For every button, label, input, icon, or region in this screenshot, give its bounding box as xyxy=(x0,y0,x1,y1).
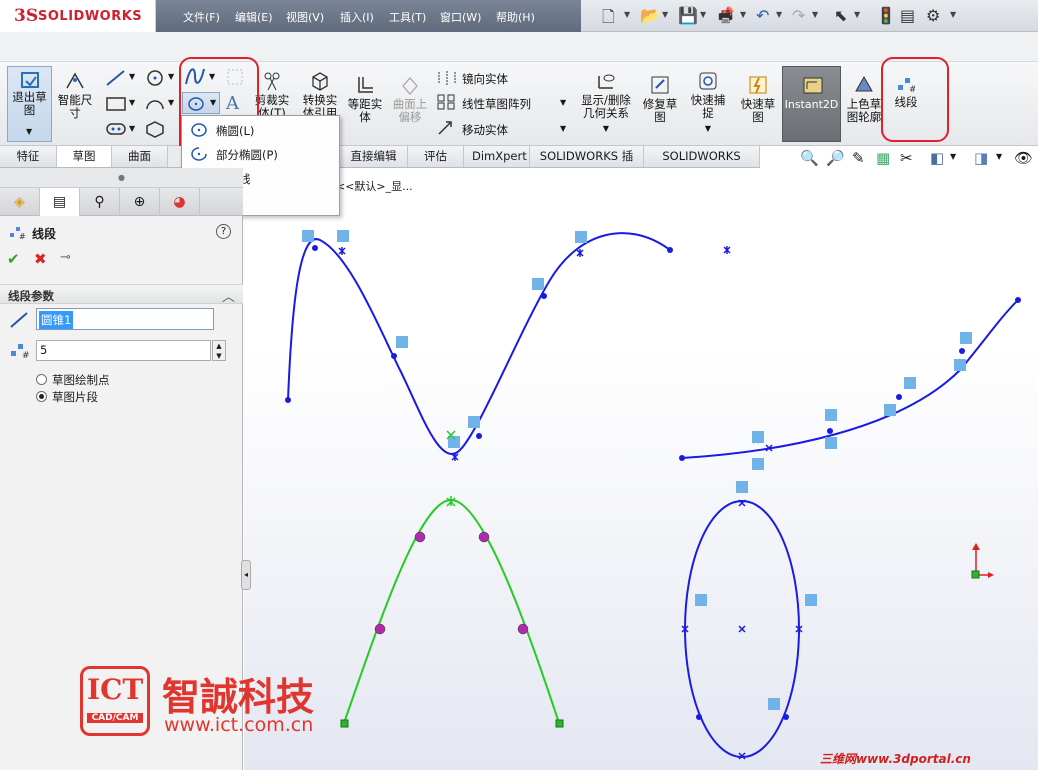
collapse-chevron-icon[interactable]: ︿ xyxy=(222,286,235,305)
entity-selection-field[interactable]: 圆锥1 xyxy=(36,308,214,330)
segment-parameters-header[interactable]: 线段参数 ︿ xyxy=(0,284,243,305)
green-conic-curve xyxy=(343,498,560,724)
ict-logo: ICT CAD/CAM xyxy=(80,666,150,736)
segment-count-input[interactable]: 5 xyxy=(36,340,211,361)
ellipse-icon xyxy=(191,123,207,137)
spline-points xyxy=(285,245,673,439)
segment-count-value: 5 xyxy=(40,343,48,357)
svg-text:#: # xyxy=(22,351,30,360)
panel-splitter-handle[interactable]: ◂ xyxy=(241,560,251,590)
sketch-segments-label: 草图片段 xyxy=(52,390,98,404)
site-watermark: 三维网www.3dportal.cn xyxy=(820,752,971,766)
coordinate-triad xyxy=(971,543,994,579)
partial-ellipse-icon xyxy=(191,147,207,161)
sketch-segments-radio[interactable] xyxy=(36,391,47,402)
segment-icon: # xyxy=(10,227,26,240)
display-manager-icon[interactable]: ◕ xyxy=(160,188,200,216)
conic-end-point xyxy=(555,719,564,728)
ict-watermark: ICT CAD/CAM 智誠科技 www.ict.com.cn xyxy=(80,666,360,738)
property-manager-icon[interactable]: ▤ xyxy=(40,188,80,216)
ellipse-relation-markers xyxy=(695,481,817,710)
conic-segment-points xyxy=(374,531,529,635)
pushpin-icon[interactable]: ⊸ xyxy=(60,250,71,265)
dropdown-partial-ellipse[interactable]: 部分椭圆(P) xyxy=(182,142,339,166)
selected-entity: 圆锥1 xyxy=(39,311,74,329)
company-url: www.ict.com.cn xyxy=(164,714,314,736)
segment-count-icon: # xyxy=(11,344,30,360)
panel-collapse-handle[interactable]: ● xyxy=(0,168,243,188)
sketch-points-label: 草图绘制点 xyxy=(52,373,110,387)
svg-text:#: # xyxy=(19,232,26,240)
section-title: 线段参数 xyxy=(8,289,54,303)
panel-tabs: ◈ ▤ ⚲ ⊕ ◕ xyxy=(0,188,243,216)
dropdown-ellipse-label: 椭圆(L) xyxy=(216,124,255,138)
panel-title: 线段 xyxy=(32,227,57,241)
ict-logo-text: ICT xyxy=(87,673,144,706)
conic-arc xyxy=(681,299,1019,459)
help-icon[interactable]: ? xyxy=(216,224,231,239)
feature-manager-icon[interactable]: ◈ xyxy=(0,188,40,216)
dimxpert-manager-icon[interactable]: ⊕ xyxy=(120,188,160,216)
entity-selection-icon xyxy=(10,312,28,328)
dropdown-partial-ellipse-label: 部分椭圆(P) xyxy=(216,148,278,162)
sketch-points-radio[interactable] xyxy=(36,374,47,385)
segment-count-spinner[interactable]: ▲ ▼ xyxy=(212,340,226,361)
arc-relation-markers xyxy=(752,332,972,470)
ok-check-icon[interactable]: ✔ xyxy=(7,250,20,268)
cancel-x-icon[interactable]: ✖ xyxy=(34,250,47,268)
cadcam-label: CAD/CAM xyxy=(87,713,143,723)
dropdown-ellipse[interactable]: 椭圆(L) xyxy=(182,118,339,142)
configuration-manager-icon[interactable]: ⚲ xyxy=(80,188,120,216)
company-name: 智誠科技 xyxy=(162,675,315,719)
